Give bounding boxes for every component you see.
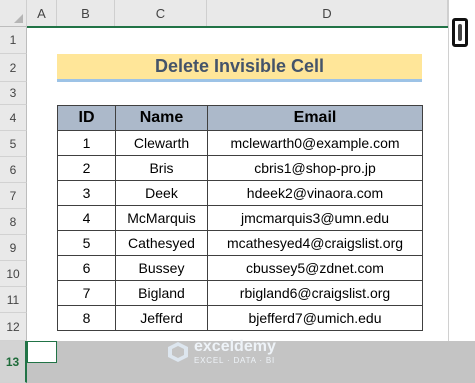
cell-email[interactable]: hdeek2@vinaora.com	[207, 180, 423, 206]
cell-name[interactable]: Jefferd	[115, 305, 208, 331]
cell-id[interactable]: 8	[57, 305, 116, 331]
row-header-9[interactable]: 9	[0, 235, 27, 261]
spreadsheet[interactable]: A B C D 1 2 3 4 5 6 7 8 9 10 11 12 13 De…	[0, 0, 475, 383]
table-row: 1 Clewarth mclewarth0@example.com	[57, 130, 423, 156]
cell-email[interactable]: bjefferd7@umich.edu	[207, 305, 423, 331]
cell-name[interactable]: Bussey	[115, 255, 208, 281]
cell-id[interactable]: 1	[57, 130, 116, 156]
column-header-divider	[27, 26, 448, 28]
watermark-tagline: EXCEL · DATA · BI	[194, 356, 276, 365]
table-row: 4 McMarquis jmcmarquis3@umn.edu	[57, 205, 423, 231]
watermark-name: exceldemy	[194, 338, 276, 355]
scrollbar-grip-icon	[458, 24, 462, 41]
select-all-corner[interactable]	[0, 0, 27, 27]
cell-name[interactable]: Bris	[115, 155, 208, 181]
column-header-b[interactable]: B	[57, 0, 115, 27]
cell-email[interactable]: jmcmarquis3@umn.edu	[207, 205, 423, 231]
cell-name[interactable]: McMarquis	[115, 205, 208, 231]
scrollbar-thumb[interactable]	[452, 18, 468, 47]
cell-name[interactable]: Cathesyed	[115, 230, 208, 256]
row-header-7[interactable]: 7	[0, 183, 27, 209]
column-header-c[interactable]: C	[115, 0, 207, 27]
table-row: 3 Deek hdeek2@vinaora.com	[57, 180, 423, 206]
cell-id[interactable]: 3	[57, 180, 116, 206]
table-row: 7 Bigland rbigland6@craigslist.org	[57, 280, 423, 306]
table-row: 5 Cathesyed mcathesyed4@craigslist.org	[57, 230, 423, 256]
cell-email[interactable]: mclewarth0@example.com	[207, 130, 423, 156]
column-header-a[interactable]: A	[27, 0, 57, 27]
cell-email[interactable]: mcathesyed4@craigslist.org	[207, 230, 423, 256]
row-header-12[interactable]: 12	[0, 313, 27, 341]
table-row: 6 Bussey cbussey5@zdnet.com	[57, 255, 423, 281]
row-header-8[interactable]: 8	[0, 209, 27, 235]
cell-email[interactable]: cbussey5@zdnet.com	[207, 255, 423, 281]
row-header-11[interactable]: 11	[0, 287, 27, 313]
table-header-row: ID Name Email	[57, 105, 423, 131]
cell-email[interactable]: rbigland6@craigslist.org	[207, 280, 423, 306]
watermark: exceldemy EXCEL · DATA · BI	[166, 333, 316, 371]
vertical-scrollbar[interactable]	[448, 0, 475, 341]
active-cell[interactable]	[27, 341, 57, 363]
row-header-2[interactable]: 2	[0, 54, 27, 82]
cell-name[interactable]: Bigland	[115, 280, 208, 306]
row-header-13[interactable]: 13	[0, 341, 27, 383]
table-row: 2 Bris cbris1@shop-pro.jp	[57, 155, 423, 181]
cell-id[interactable]: 7	[57, 280, 116, 306]
cell-email[interactable]: cbris1@shop-pro.jp	[207, 155, 423, 181]
row-header-4[interactable]: 4	[0, 105, 27, 131]
cell-name[interactable]: Clewarth	[115, 130, 208, 156]
data-table: ID Name Email 1 Clewarth mclewarth0@exam…	[57, 105, 423, 331]
scrollbar-corner	[448, 341, 475, 383]
cell-name[interactable]: Deek	[115, 180, 208, 206]
row-header-6[interactable]: 6	[0, 157, 27, 183]
cell-id[interactable]: 6	[57, 255, 116, 281]
cell-id[interactable]: 2	[57, 155, 116, 181]
row-header-3[interactable]: 3	[0, 82, 27, 105]
cell-id[interactable]: 5	[57, 230, 116, 256]
column-header-d[interactable]: D	[207, 0, 448, 27]
row-header-10[interactable]: 10	[0, 261, 27, 287]
exceldemy-logo-icon	[168, 342, 188, 362]
table-row: 8 Jefferd bjefferd7@umich.edu	[57, 305, 423, 331]
row-header-1[interactable]: 1	[0, 27, 27, 54]
header-id[interactable]: ID	[57, 105, 116, 131]
row-header-5[interactable]: 5	[0, 131, 27, 157]
header-name[interactable]: Name	[115, 105, 208, 131]
select-all-triangle-icon	[14, 14, 23, 23]
header-email[interactable]: Email	[207, 105, 423, 131]
sheet-title[interactable]: Delete Invisible Cell	[57, 54, 422, 82]
cell-id[interactable]: 4	[57, 205, 116, 231]
